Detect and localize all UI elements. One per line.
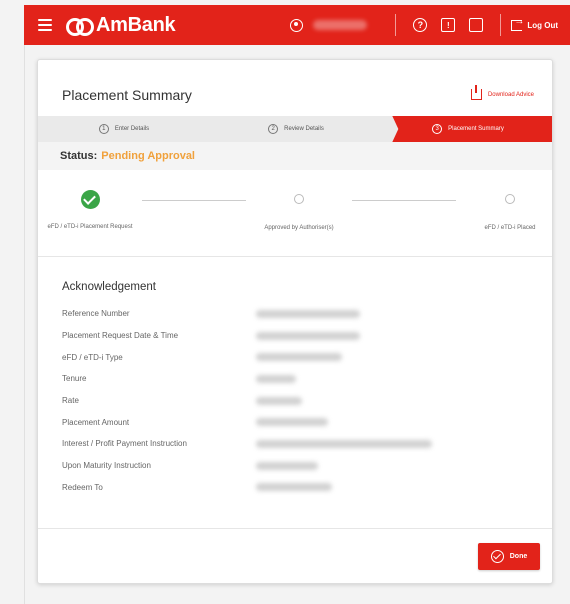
download-advice-link[interactable]: Download Advice (470, 85, 534, 100)
placement-summary-card: Placement Summary Download Advice 1 Ente… (37, 59, 553, 584)
detail-value-redacted (256, 374, 296, 383)
step-label: Enter Details (114, 126, 150, 132)
status-label: Status: (60, 150, 98, 162)
user-icon[interactable] (290, 18, 304, 32)
logout-icon (511, 16, 524, 31)
done-button[interactable]: Done (478, 543, 540, 570)
detail-value-redacted (256, 331, 360, 340)
timeline-label: eFD / eTD-i Placed (484, 225, 536, 231)
detail-label: Placement Request Date & Time (62, 331, 179, 341)
detail-label: Placement Amount (62, 417, 130, 427)
detail-label: Interest / Profit Payment Instruction (62, 439, 187, 449)
card-footer: Done (38, 528, 552, 583)
detail-row: Rate (62, 390, 530, 412)
page-left-border (24, 45, 25, 604)
help-icon[interactable]: ? (413, 18, 428, 32)
detail-value-redacted (256, 309, 360, 318)
timeline-connector (142, 200, 246, 201)
ambank-logo[interactable]: AmBank (66, 13, 176, 37)
detail-label: Reference Number (62, 309, 130, 319)
detail-value-redacted (256, 439, 432, 448)
step-number: 3 (432, 124, 443, 134)
detail-value-redacted (256, 483, 332, 492)
step-number: 2 (268, 124, 279, 134)
user-name-redacted (313, 20, 368, 30)
step-enter-details: 1 Enter Details (38, 116, 210, 142)
step-label: Placement Summary (448, 126, 504, 132)
step-placement-summary: 3 Placement Summary (392, 116, 552, 142)
timeline-label: eFD / eTD-i Placement Request (47, 224, 133, 230)
detail-row: Tenure (62, 368, 530, 390)
card-header: Placement Summary Download Advice (38, 60, 552, 116)
acknowledgement-section: Acknowledgement Reference Number Placeme… (38, 256, 552, 499)
step-review-details: 2 Review Details (210, 116, 382, 142)
detail-row: eFD / eTD-i Type (62, 346, 530, 368)
step-number: 1 (98, 124, 109, 134)
check-circle-icon (490, 550, 504, 563)
timeline-step-approved: Approved by Authoriser(s) (239, 190, 359, 233)
detail-row: Placement Amount (62, 411, 530, 433)
logout-button[interactable]: Log Out (511, 16, 558, 31)
timeline-label: Approved by Authoriser(s) (264, 225, 334, 231)
status-bar: Status: Pending Approval (38, 142, 552, 170)
topbar-divider (500, 14, 502, 36)
pending-circle-icon (505, 194, 515, 204)
check-circle-icon (80, 190, 100, 209)
approval-timeline: eFD / eTD-i Placement Request Approved b… (38, 174, 552, 258)
detail-label: Upon Maturity Instruction (62, 461, 151, 471)
detail-label: Tenure (62, 374, 87, 384)
guide-book-icon[interactable]: ! (441, 18, 456, 32)
timeline-connector (352, 200, 456, 201)
hamburger-menu-icon[interactable] (38, 19, 52, 31)
detail-label: eFD / eTD-i Type (62, 352, 123, 362)
detail-value-redacted (256, 353, 342, 362)
detail-value-redacted (256, 461, 318, 470)
done-label: Done (509, 553, 528, 560)
message-icon[interactable] (469, 18, 484, 32)
ambank-logo-mark-icon (66, 17, 94, 36)
detail-row: Redeem To (62, 477, 530, 499)
timeline-step-request: eFD / eTD-i Placement Request (38, 190, 150, 232)
top-navigation-bar: AmBank ? ! Log Out (24, 5, 570, 45)
detail-row: Interest / Profit Payment Instruction (62, 433, 530, 455)
progress-stepper: 1 Enter Details 2 Review Details 3 Place… (38, 116, 552, 142)
detail-value-redacted (256, 396, 302, 405)
detail-value-redacted (256, 418, 328, 427)
detail-label: Rate (62, 396, 79, 406)
brand-name: AmBank (96, 13, 176, 36)
timeline-step-placed: eFD / eTD-i Placed (450, 190, 552, 233)
topbar-actions: ? ! Log Out (290, 5, 570, 45)
detail-label: Redeem To (62, 482, 103, 492)
section-title: Acknowledgement (62, 281, 156, 293)
detail-row: Upon Maturity Instruction (62, 455, 530, 477)
download-advice-label: Download Advice (487, 91, 534, 98)
pending-circle-icon (294, 194, 304, 204)
status-value: Pending Approval (101, 150, 195, 162)
detail-row: Placement Request Date & Time (62, 325, 530, 347)
detail-row: Reference Number (62, 303, 530, 325)
topbar-divider (395, 14, 397, 36)
logout-label: Log Out (527, 20, 558, 30)
download-icon (470, 85, 482, 100)
step-label: Review Details (284, 126, 324, 132)
page-title: Placement Summary (62, 87, 192, 103)
